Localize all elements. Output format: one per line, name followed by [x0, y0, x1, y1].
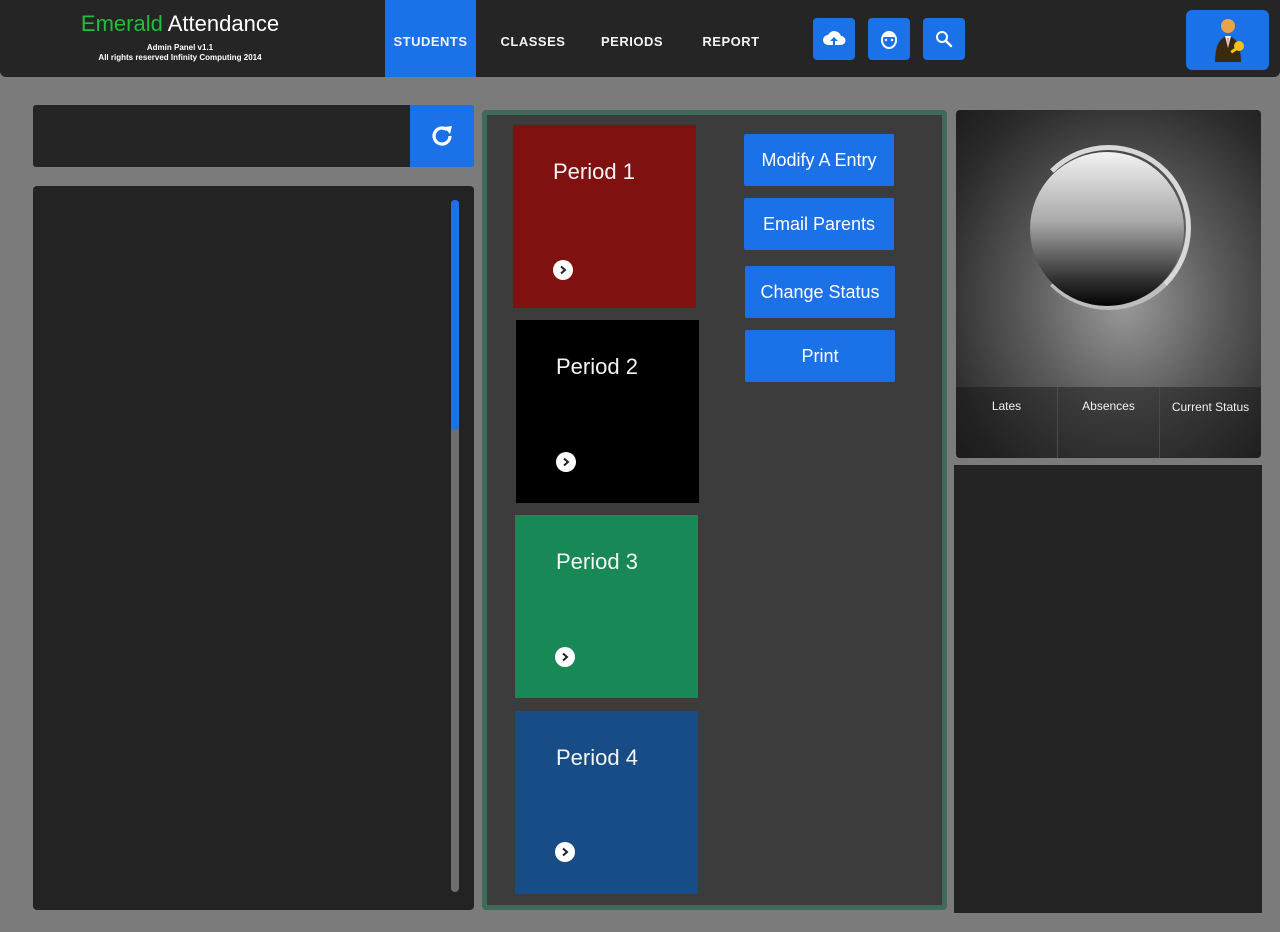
cloud-upload-button[interactable] [813, 18, 855, 60]
period-tile-1[interactable]: Period 1 [513, 125, 696, 308]
student-detail-panel [954, 465, 1262, 913]
period-label: Period 3 [556, 549, 638, 574]
period-label: Period 2 [556, 354, 638, 379]
refresh-button[interactable] [410, 105, 474, 167]
stat-lates[interactable]: Lates [956, 387, 1058, 458]
face-button[interactable] [868, 18, 910, 60]
chevron-right-icon[interactable] [553, 260, 573, 280]
periods-panel: Period 1 Period 2 Period 3 Period 4 Modi… [482, 110, 947, 910]
scrollbar-thumb[interactable] [451, 200, 459, 430]
change-status-button[interactable]: Change Status [745, 266, 895, 318]
print-button[interactable]: Print [745, 330, 895, 382]
user-menu-button[interactable] [1186, 10, 1269, 70]
search-button[interactable] [923, 18, 965, 60]
chevron-right-icon[interactable] [555, 647, 575, 667]
email-parents-button[interactable]: Email Parents [744, 198, 894, 250]
cloud-upload-icon [823, 31, 846, 45]
period-tile-3[interactable]: Period 3 [515, 515, 698, 698]
period-tile-4[interactable]: Period 4 [515, 711, 698, 894]
tab-report[interactable]: REPORT [694, 0, 768, 77]
stat-absences[interactable]: Absences [1058, 387, 1160, 458]
app-title: Emerald Attendance [70, 10, 290, 38]
tab-classes[interactable]: CLASSES [492, 0, 574, 77]
period-label: Period 4 [556, 745, 638, 770]
period-label: Period 1 [553, 159, 635, 184]
tab-students[interactable]: STUDENTS [385, 0, 476, 77]
app-title-rest: Attendance [162, 11, 280, 36]
stat-current-status[interactable]: Current Status [1160, 387, 1261, 458]
student-profile-card: Lates Absences Current Status [956, 110, 1261, 458]
top-bar: Emerald Attendance Admin Panel v1.1 All … [0, 0, 1280, 77]
stats-row: Lates Absences Current Status [956, 387, 1261, 458]
student-list[interactable] [33, 186, 474, 910]
refresh-icon [432, 126, 452, 146]
app-copyright: All rights reserved Infinity Computing 2… [98, 53, 262, 62]
modify-entry-button[interactable]: Modify A Entry [744, 134, 894, 186]
profile-photo[interactable] [1030, 152, 1184, 306]
tab-periods[interactable]: PERIODS [592, 0, 672, 77]
student-search-input[interactable] [33, 105, 474, 167]
app-subtitle: Admin Panel v1.1 [146, 43, 214, 52]
app-title-accent: Emerald [80, 11, 163, 36]
chevron-right-icon[interactable] [555, 842, 575, 862]
period-tile-2[interactable]: Period 2 [516, 320, 699, 503]
admin-user-icon [1214, 19, 1244, 62]
brand: Emerald Attendance Admin Panel v1.1 All … [70, 10, 290, 63]
chevron-right-icon[interactable] [556, 452, 576, 472]
face-icon [881, 31, 897, 49]
search-icon [936, 31, 953, 48]
